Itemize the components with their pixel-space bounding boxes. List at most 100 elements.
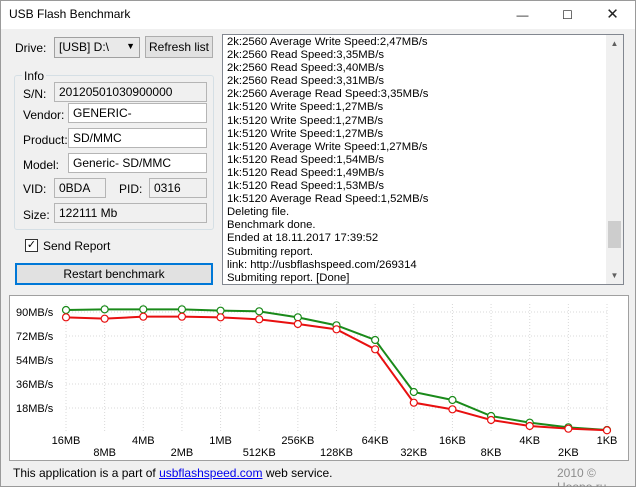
refresh-list-button[interactable]: Refresh list <box>145 36 213 58</box>
pid-field: 0316 <box>149 178 207 198</box>
log-line: 1k:5120 Write Speed:1,27MB/s <box>227 101 384 114</box>
x-tick-label: 4MB <box>132 435 155 447</box>
log-line: link: http://usbflashspeed.com/269314 <box>227 258 417 271</box>
x-tick-label: 8MB <box>93 447 116 459</box>
close-button[interactable]: ✕ <box>590 1 635 29</box>
log-scrollbar[interactable]: ▲ ▼ <box>606 35 623 284</box>
y-tick-label: 36MB/s <box>16 379 54 391</box>
model-label: Model: <box>23 158 60 172</box>
data-point-read <box>100 305 109 314</box>
send-report-label[interactable]: Send Report <box>43 239 110 253</box>
title-bar: USB Flash Benchmark — ☐ ✕ <box>1 1 635 29</box>
scroll-thumb[interactable] <box>608 221 621 249</box>
data-point-read <box>216 306 225 315</box>
sn-field: 20120501030900000 <box>54 82 207 102</box>
drive-label: Drive: <box>15 41 47 55</box>
minimize-button[interactable]: — <box>500 1 545 29</box>
x-tick-label: 512KB <box>243 447 276 459</box>
data-point-read <box>448 395 457 405</box>
log-line: Deleting file. <box>227 206 290 219</box>
info-group-title: Info <box>22 69 47 83</box>
scroll-up-icon[interactable]: ▲ <box>606 35 623 52</box>
log-line: 1k:5120 Write Speed:1,27MB/s <box>227 127 384 140</box>
data-point-write <box>564 424 573 433</box>
log-line: 2k:2560 Read Speed:3,35MB/s <box>227 49 385 62</box>
log-line: 1k:5120 Average Write Speed:1,27MB/s <box>227 140 428 153</box>
x-tick-label: 16KB <box>439 435 466 447</box>
data-point-write <box>139 312 148 321</box>
data-point-write <box>409 398 418 407</box>
vendor-label: Vendor: <box>23 108 65 122</box>
speed-chart: 90MB/s 72MB/s 54MB/s 36MB/s 18MB/s 16MB 8MB 4MB… <box>16 304 618 459</box>
watermark: 2010 © Hoopo.ru <box>557 466 607 487</box>
product-label: Product: <box>23 133 68 147</box>
data-point-write <box>486 415 496 425</box>
data-point-write <box>448 405 457 414</box>
data-point-write <box>61 313 71 322</box>
log-line: Ended at 18.11.2017 17:39:52 <box>227 232 379 245</box>
size-field: 122111 Mb <box>54 203 207 223</box>
data-point-write <box>293 319 302 329</box>
product-field[interactable]: SD/MMC <box>68 128 207 148</box>
footer-prefix: This application is a part of <box>13 466 160 480</box>
data-point-read <box>177 305 187 314</box>
log-line: 2k:2560 Average Write Speed:2,47MB/s <box>227 36 428 48</box>
scroll-down-icon[interactable]: ▼ <box>606 267 623 284</box>
data-point-read <box>409 387 418 397</box>
drive-select[interactable]: [USB] D:\ ▼ <box>54 37 140 58</box>
x-tick-label: 64KB <box>362 435 389 447</box>
log-line: Benchmark done. <box>227 219 316 232</box>
footer-suffix: web service. <box>262 466 333 480</box>
log-lines: 2k:2560 Average Write Speed:2,47MB/s 2k:2… <box>227 36 607 284</box>
maximize-button[interactable]: ☐ <box>545 1 590 29</box>
window-title: USB Flash Benchmark <box>9 7 131 21</box>
log-line: Submiting report. [Done] <box>227 271 350 284</box>
log-line: 1k:5120 Read Speed:1,53MB/s <box>227 180 385 193</box>
log-line: 2k:2560 Read Speed:3,31MB/s <box>227 75 385 88</box>
x-tick-label: 8KB <box>481 447 502 459</box>
x-tick-label: 2KB <box>558 447 579 459</box>
y-tick-label: 90MB/s <box>16 307 54 319</box>
vid-field: 0BDA <box>54 178 106 198</box>
data-point-read <box>61 305 71 315</box>
y-tick-label: 54MB/s <box>16 355 54 367</box>
x-tick-label: 128KB <box>320 447 353 459</box>
log-line: 1k:5120 Read Speed:1,49MB/s <box>227 166 385 179</box>
data-point-read <box>139 305 148 314</box>
data-point-write <box>255 315 264 324</box>
log-line: 1k:5120 Read Speed:1,54MB/s <box>227 153 385 166</box>
data-point-write <box>602 426 612 435</box>
data-point-write <box>100 314 109 323</box>
log-line: 1k:5120 Write Speed:1,27MB/s <box>227 114 384 127</box>
app-window: USB Flash Benchmark — ☐ ✕ Drive: [USB] D… <box>0 0 636 487</box>
log-line: 2k:2560 Average Read Speed:3,35MB/s <box>227 88 429 101</box>
log-textarea[interactable]: 2k:2560 Average Write Speed:2,47MB/s 2k:2… <box>222 34 624 285</box>
x-tick-label: 1KB <box>597 435 618 447</box>
x-tick-label: 4KB <box>519 435 540 447</box>
pid-label: PID: <box>119 182 143 196</box>
x-tick-label: 2MB <box>171 447 194 459</box>
log-line: 2k:2560 Read Speed:3,40MB/s <box>227 62 385 75</box>
restart-benchmark-button[interactable]: Restart benchmark <box>15 263 213 285</box>
vid-label: VID: <box>23 182 47 196</box>
chevron-down-icon: ▼ <box>126 41 135 51</box>
model-field[interactable]: Generic- SD/MMC <box>68 153 207 173</box>
data-point-read <box>371 335 380 345</box>
data-point-write <box>216 313 225 322</box>
checkmark-icon: ✓ <box>26 239 37 251</box>
data-point-read <box>293 313 302 322</box>
usbflashspeed-link[interactable]: usbflashspeed.com <box>159 466 262 480</box>
speed-chart-panel: 90MB/s 72MB/s 54MB/s 36MB/s 18MB/s 16MB 8MB 4MB… <box>9 295 629 461</box>
x-tick-label: 256KB <box>281 435 314 447</box>
x-tick-label: 16MB <box>52 435 81 447</box>
x-tick-label: 32KB <box>400 447 427 459</box>
data-point-read <box>255 307 264 316</box>
send-report-checkbox[interactable]: ✓ <box>25 239 38 252</box>
y-tick-label: 72MB/s <box>16 331 54 343</box>
log-line: 1k:5120 Average Read Speed:1,52MB/s <box>227 193 429 206</box>
vendor-field[interactable]: GENERIC- <box>68 103 207 123</box>
y-tick-label: 18MB/s <box>16 403 54 415</box>
x-tick-label: 1MB <box>209 435 232 447</box>
data-point-write <box>371 345 380 354</box>
sn-label: S/N: <box>23 87 47 101</box>
